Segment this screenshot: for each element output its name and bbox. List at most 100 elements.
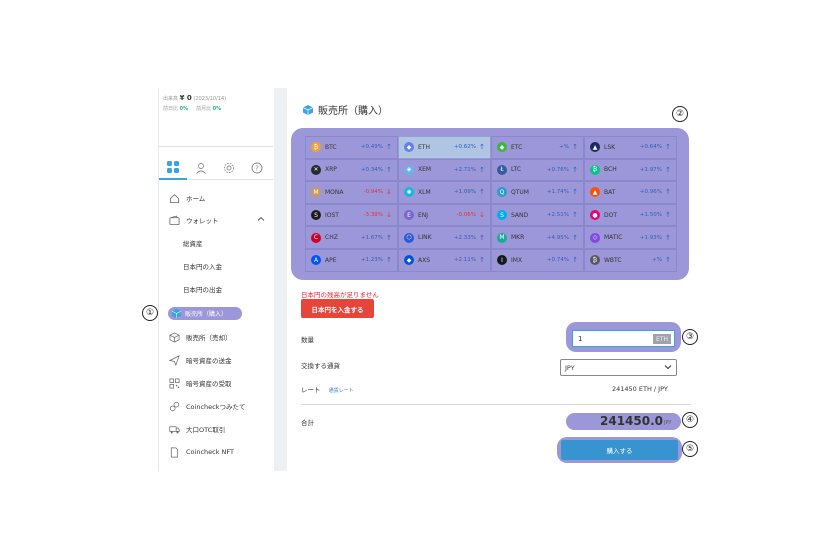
coin-symbol: WBTC [604,256,622,264]
sand-icon: S [497,210,507,221]
page-title: 販売所（購入） [302,102,388,117]
divider [159,146,273,147]
sidebar-item-label: ホーム [186,195,206,203]
coin-symbol: QTUM [511,188,529,196]
coin-symbol: MATIC [604,234,623,242]
arrow-up-icon: ↑ [572,165,578,174]
sidebar-subitem-jpy-withdraw[interactable]: 日本円の出金 [159,279,273,299]
coin-change-percent: +2.33% [453,234,476,241]
sidebar-item-send[interactable]: 暗号資産の送金 [159,350,273,370]
chevron-up-icon[interactable] [257,215,265,223]
send-icon [168,354,180,366]
coin-symbol: BTC [325,143,337,151]
insufficient-balance-warning: 日本円の残高が足りません [301,291,379,299]
buy-button[interactable]: 購入する [561,440,678,460]
coin-change-percent: +0.49% [360,144,383,151]
coin-option-lsk[interactable]: ▲ LSK +0.64% ↑ [584,136,677,159]
coin-option-enj[interactable]: E ENJ -0.06% ↓ [398,203,491,227]
coin-change-percent: +1.23% [360,257,383,264]
coin-option-xem[interactable]: ◈ XEM +2.71% ↑ [398,158,491,182]
coin-symbol: XEM [418,166,432,174]
arrow-up-icon: ↑ [665,256,671,265]
coin-symbol: LTC [511,166,522,174]
chz-icon: C [311,232,321,243]
sidebar-item-label: 販売所（購入） [185,311,228,318]
tab-grid[interactable] [159,156,187,180]
sidebar-item-home[interactable]: ホーム [159,188,273,208]
sidebar-item-label: 販売所（売却） [186,334,232,342]
tab-settings[interactable] [215,156,243,180]
coin-option-dot[interactable]: ● DOT +1.50% ↑ [584,203,677,227]
exchange-currency-select[interactable]: JPY [560,359,677,376]
coin-option-ape[interactable]: A APE +1.23% ↑ [305,248,398,272]
sidebar-item-label: 大口OTC取引 [186,426,226,434]
quantity-unit-badge: ETH [653,334,671,344]
coin-option-qtum[interactable]: Q QTUM +1.74% ↑ [491,181,584,204]
coin-symbol: MKR [511,234,525,242]
tab-help[interactable]: ? [243,156,271,180]
sidebar-item-tsumitate[interactable]: Coincheckつみたて [159,396,273,416]
coin-change-percent: +2.11% [453,257,476,264]
change-label-day: 前日比 [163,106,179,112]
arrow-down-icon: ↓ [386,211,392,220]
coin-change-percent: -0.06% [456,212,476,219]
coin-option-mkr[interactable]: M MKR +4.95% ↑ [491,226,584,249]
sidebar-item-receive[interactable]: 暗号資産の受取 [159,373,273,393]
grid-icon [167,161,179,173]
coin-option-mona[interactable]: M MONA -0.94% ↓ [305,181,398,204]
coin-option-xrp[interactable]: ✕ XRP +0.34% ↑ [305,158,398,182]
sidebar-subitem-jpy-deposit[interactable]: 日本円の入金 [159,256,273,276]
ape-icon: A [311,255,321,266]
coin-option-matic[interactable]: ◇ MATIC +1.93% ↑ [584,226,677,249]
coin-option-btc[interactable]: ₿ BTC +0.49% ↑ [305,136,398,159]
arrow-up-icon: ↑ [386,143,392,152]
gear-icon [223,162,235,174]
coin-option-sand[interactable]: S SAND +2.51% ↑ [491,203,584,227]
user-icon [196,163,206,174]
cube-icon [170,308,182,320]
ltc-icon: Ł [497,164,507,175]
wbtc-icon: ₿ [590,255,600,266]
arrow-up-icon: ↑ [572,256,578,265]
coin-option-ltc[interactable]: Ł LTC +0.76% ↑ [491,158,584,182]
coin-option-axs[interactable]: ◆ AXS +2.11% ↑ [398,248,491,272]
arrow-up-icon: ↑ [479,165,485,174]
arrow-up-icon: ↑ [386,256,392,265]
coin-option-imx[interactable]: I IMX +0.74% ↑ [491,248,584,272]
annotation-marker-3: ③ [682,329,698,345]
sidebar-item-nft[interactable]: Coincheck NFT [159,442,273,462]
xlm-icon: ✺ [404,187,414,198]
coin-option-xlm[interactable]: ✺ XLM +1.09% ↑ [398,181,491,204]
sidebar-item-wallet[interactable]: ウォレット [159,210,273,230]
coin-option-chz[interactable]: C CHZ +1.67% ↑ [305,226,398,249]
coin-change-percent: -3.39% [363,212,383,219]
coin-option-iost[interactable]: S IOST -3.39% ↓ [305,203,398,227]
coin-symbol: IOST [325,211,339,219]
coin-change-percent: +1.50% [639,212,662,219]
summary-date: (2023/10/14) [193,96,227,102]
quantity-value: 1 [578,334,583,343]
panel-divider [274,88,287,471]
sidebar-item-sell[interactable]: 販売所（売却） [159,327,273,347]
coin-option-bat[interactable]: ▲ BAT +0.96% ↑ [584,181,677,204]
sidebar-subitem-total-assets[interactable]: 総資産 [159,233,273,253]
quantity-input[interactable]: 1 ETH [572,330,675,347]
tab-user[interactable] [187,156,215,180]
imx-icon: I [497,255,507,266]
sidebar-item-otc[interactable]: 大口OTC取引 [159,419,273,439]
coin-option-bch[interactable]: ₿ BCH +1.97% ↑ [584,158,677,182]
divider [301,404,691,405]
document-icon [168,446,180,458]
currency-rate-link[interactable]: 通貨レート [329,388,354,394]
sidebar: 出来高 ¥ 0 (2023/10/14) 前日比 0% 前月比 0% ? ホーム [158,88,273,471]
change-value-month: 0% [212,106,222,112]
change-label-month: 前月比 [196,106,212,112]
coin-option-link[interactable]: ⬡ LINK +2.33% ↑ [398,226,491,249]
arrow-up-icon: ↑ [572,233,578,242]
chevron-down-icon [664,365,672,370]
coin-option-eth[interactable]: ◆ ETH +0.62% ↑ [398,136,491,159]
deposit-jpy-button[interactable]: 日本円を入金する [301,299,374,318]
coin-option-etc[interactable]: ◆ ETC +% ↑ [491,136,584,159]
sidebar-item-buy[interactable]: 販売所（購入） [168,307,242,320]
coin-option-wbtc[interactable]: ₿ WBTC +% ↑ [584,248,677,272]
